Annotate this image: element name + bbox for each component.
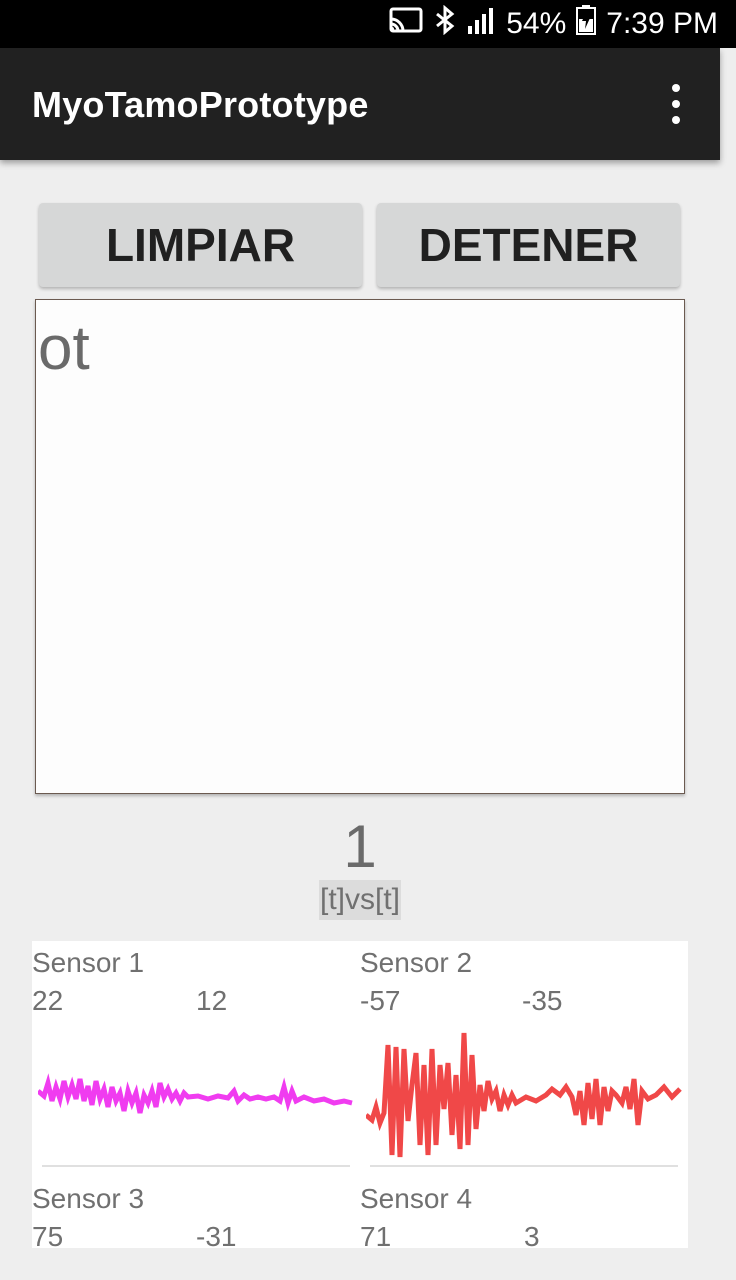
- output-text-panel: ot: [35, 299, 685, 794]
- sensor-2-value-a: -57: [360, 985, 401, 1016]
- bluetooth-icon: [434, 4, 456, 43]
- sensor-3-value-a: 75: [32, 1221, 64, 1248]
- cast-icon: [388, 7, 424, 41]
- sensor-1-baseline: [42, 1165, 350, 1167]
- sensor-3-value-b: -31: [196, 1221, 237, 1248]
- status-bar: 54% 7:39 PM: [0, 0, 736, 48]
- counter-value: 1: [343, 813, 377, 880]
- limpiar-button[interactable]: LIMPIAR: [39, 203, 362, 287]
- sensor-4-name: Sensor 4: [360, 1183, 473, 1214]
- sensor-1-value-a: 22: [32, 985, 64, 1016]
- sensors-panel: Sensor 1 22 12 Sensor 2 -57 -35 Sensor 3…: [32, 941, 688, 1248]
- sensor-1-value-b: 12: [196, 985, 228, 1016]
- app-title: MyoTamoPrototype: [32, 84, 369, 125]
- sensor-4-value-a: 71: [360, 1221, 392, 1248]
- vs-label: [t]vs[t]: [319, 880, 401, 920]
- battery-percent: 54%: [506, 7, 567, 40]
- sensor-1-waveform: [38, 1073, 353, 1114]
- detener-button[interactable]: DETENER: [377, 203, 680, 287]
- overflow-menu-icon[interactable]: [666, 84, 686, 124]
- sensor-4-value-b: 3: [524, 1221, 540, 1248]
- sensor-2-baseline: [370, 1165, 678, 1167]
- sensor-2-value-b: -35: [522, 985, 563, 1016]
- sensor-1-name: Sensor 1: [32, 947, 145, 978]
- sensor-3-name: Sensor 3: [32, 1183, 145, 1214]
- output-text: ot: [38, 314, 90, 383]
- battery-icon: [576, 5, 597, 43]
- app-bar: MyoTamoPrototype: [0, 48, 720, 160]
- sensor-2-name: Sensor 2: [360, 947, 473, 978]
- clock-time: 7:39 PM: [606, 7, 718, 40]
- sensor-2-waveform: [366, 1032, 682, 1158]
- status-icons: 54% 7:39 PM: [388, 4, 718, 43]
- signal-icon: [466, 6, 496, 42]
